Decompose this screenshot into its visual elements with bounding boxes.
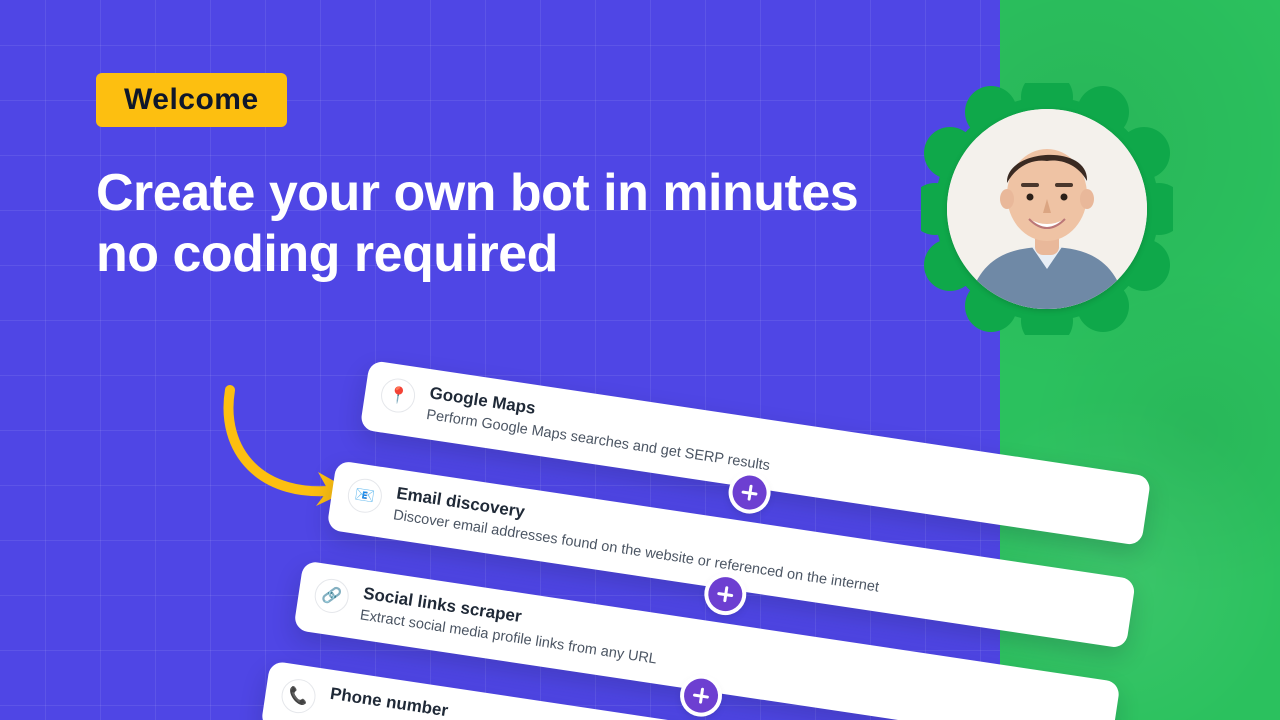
presenter-avatar [947,109,1147,309]
phone-icon: 📞 [279,677,318,716]
avatar-badge [921,83,1173,335]
social-links-icon: 🔗 [312,577,351,616]
email-search-icon: 📧 [346,476,385,515]
avatar-placeholder-icon [947,109,1147,309]
promo-slide: Welcome Create your own bot in minutes n… [0,0,1280,720]
map-pin-icon: 📍 [379,376,418,415]
headline: Create your own bot in minutes no coding… [96,163,876,286]
welcome-badge-label: Welcome [124,83,259,116]
plus-icon [730,473,769,512]
plus-icon [682,676,721,715]
welcome-badge: Welcome [96,73,287,127]
plus-icon [706,575,745,614]
